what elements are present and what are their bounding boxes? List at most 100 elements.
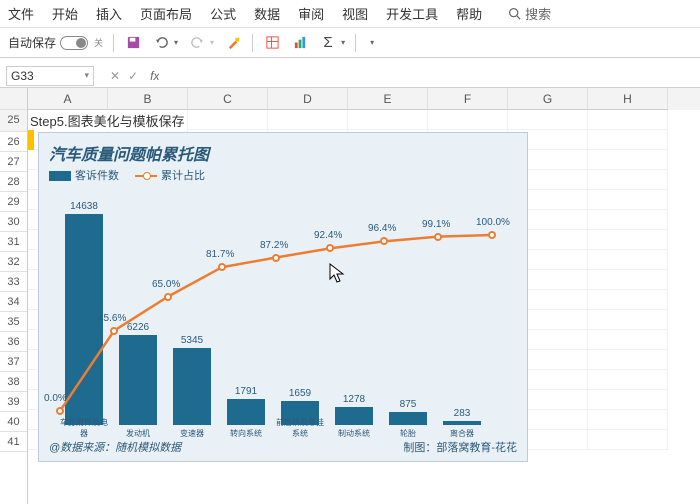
toolbar-overflow[interactable]: ▾	[370, 38, 374, 47]
line-point	[488, 231, 496, 239]
col-header[interactable]: F	[428, 88, 508, 110]
menu-help[interactable]: 帮助	[456, 4, 482, 23]
formula-input[interactable]	[159, 66, 700, 86]
quick-toolbar: 自动保存 关 ▾ ▾ Σ ▾ ▾	[0, 28, 700, 58]
confirm-formula-icon[interactable]: ✓	[128, 69, 138, 83]
menu-dev[interactable]: 开发工具	[386, 4, 438, 23]
menu-view[interactable]: 视图	[342, 4, 368, 23]
bar-label: 1791	[222, 386, 270, 397]
undo-dropdown[interactable]: ▾	[174, 38, 178, 47]
format-painter-button[interactable]	[224, 34, 242, 52]
line-point	[272, 254, 280, 262]
line-label: 92.4%	[314, 230, 342, 241]
search-icon	[508, 7, 521, 20]
col-header[interactable]: D	[268, 88, 348, 110]
cells-area[interactable]: Step5.图表美化与模板保存 汽车质量问题帕累托图 客诉件数 累计占比 146…	[28, 110, 700, 450]
menu-file[interactable]: 文件	[8, 4, 34, 23]
row-header[interactable]: 29	[0, 192, 27, 212]
category-label: 变速器	[168, 428, 216, 439]
row-header[interactable]: 38	[0, 372, 27, 392]
step-title: Step5.图表美化与模板保存	[28, 110, 187, 131]
spreadsheet-grid: 2526272829303132333435363738394041 ABCDE…	[0, 88, 700, 504]
line-label: 87.2%	[260, 240, 288, 251]
line-label: 100.0%	[476, 217, 510, 228]
bar-label: 5345	[168, 335, 216, 346]
col-header[interactable]: B	[108, 88, 188, 110]
chart-button[interactable]	[291, 34, 309, 52]
col-header[interactable]: H	[588, 88, 668, 110]
col-header[interactable]: G	[508, 88, 588, 110]
line-label: 96.4%	[368, 223, 396, 234]
col-header[interactable]: A	[28, 88, 108, 110]
line-point	[380, 237, 388, 245]
category-label: 轮胎	[384, 428, 432, 439]
row-header[interactable]: 41	[0, 432, 27, 452]
menu-review[interactable]: 审阅	[298, 4, 324, 23]
line-label: 65.0%	[152, 279, 180, 290]
bar-label: 1659	[276, 388, 324, 399]
bar	[443, 421, 481, 425]
col-header[interactable]: C	[188, 88, 268, 110]
row-header[interactable]: 34	[0, 292, 27, 312]
category-label: 前后桥及悬挂系统	[276, 417, 324, 439]
autosum-button[interactable]: Σ	[319, 34, 337, 52]
undo-button[interactable]	[152, 34, 170, 52]
name-box[interactable]: G33▾	[6, 66, 94, 86]
redo-dropdown[interactable]: ▾	[210, 38, 214, 47]
col-headers: ABCDEFGH	[28, 88, 700, 110]
autosave-toggle[interactable]: 自动保存 关	[8, 34, 103, 51]
chart-author: 制图：部落窝教育-花花	[403, 439, 517, 455]
pareto-chart[interactable]: 汽车质量问题帕累托图 客诉件数 累计占比 14638车身附件及电器6226发动机…	[38, 132, 528, 462]
line-point	[326, 244, 334, 252]
autosave-label: 自动保存	[8, 34, 56, 51]
line-point	[434, 233, 442, 241]
line-point	[110, 327, 118, 335]
row-header[interactable]: 35	[0, 312, 27, 332]
toggle-switch[interactable]	[60, 36, 88, 50]
fx-icon[interactable]: fx	[150, 69, 159, 83]
category-label: 车身附件及电器	[60, 417, 108, 439]
autosave-state: 关	[94, 36, 103, 49]
line-label: 81.7%	[206, 249, 234, 260]
row-headers: 2526272829303132333435363738394041	[0, 88, 28, 504]
menu-data[interactable]: 数据	[254, 4, 280, 23]
bar-label: 6226	[114, 322, 162, 333]
menu-bar: 文件 开始 插入 页面布局 公式 数据 审阅 视图 开发工具 帮助 搜索	[0, 0, 700, 28]
line-label: 0.0%	[44, 393, 67, 404]
search-label: 搜索	[525, 4, 551, 23]
row-header[interactable]: 27	[0, 152, 27, 172]
row-header[interactable]: 31	[0, 232, 27, 252]
legend-line: 累计占比	[135, 167, 205, 183]
row-header[interactable]: 25	[0, 110, 27, 132]
row-header[interactable]: 26	[0, 132, 27, 152]
bar	[227, 399, 265, 425]
bar	[119, 335, 157, 425]
autosum-dropdown[interactable]: ▾	[341, 38, 345, 47]
search-box[interactable]: 搜索	[508, 4, 551, 23]
chart-plot-area: 14638车身附件及电器6226发动机5345变速器1791转向系统1659前后…	[49, 189, 517, 439]
col-header[interactable]: E	[348, 88, 428, 110]
formula-bar: G33▾ ✕ ✓ fx	[0, 64, 700, 88]
save-button[interactable]	[124, 34, 142, 52]
row-header[interactable]: 30	[0, 212, 27, 232]
chart-title: 汽车质量问题帕累托图	[49, 141, 517, 165]
line-label: 45.6%	[98, 313, 126, 324]
row-header[interactable]: 33	[0, 272, 27, 292]
cell-ref: G33	[11, 69, 34, 83]
menu-insert[interactable]: 插入	[96, 4, 122, 23]
chart-source: @数据来源：随机模拟数据	[49, 439, 181, 455]
cancel-formula-icon[interactable]: ✕	[110, 69, 120, 83]
menu-layout[interactable]: 页面布局	[140, 4, 192, 23]
row-header[interactable]: 40	[0, 412, 27, 432]
pivot-button[interactable]	[263, 34, 281, 52]
row-header[interactable]: 28	[0, 172, 27, 192]
menu-formula[interactable]: 公式	[210, 4, 236, 23]
bar	[173, 348, 211, 425]
row-header[interactable]: 39	[0, 392, 27, 412]
menu-home[interactable]: 开始	[52, 4, 78, 23]
category-label: 转向系统	[222, 428, 270, 439]
redo-button[interactable]	[188, 34, 206, 52]
row-header[interactable]: 32	[0, 252, 27, 272]
row-header[interactable]: 36	[0, 332, 27, 352]
row-header[interactable]: 37	[0, 352, 27, 372]
